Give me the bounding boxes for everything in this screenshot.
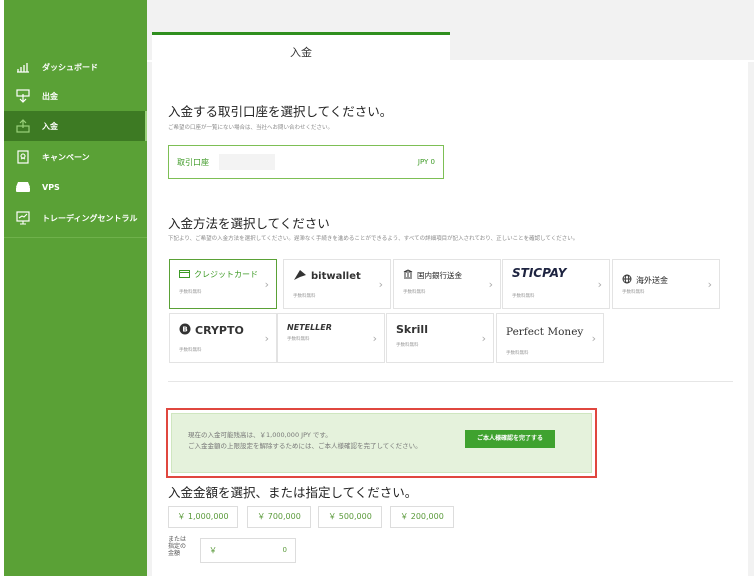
sidebar-item-dashboard[interactable]: ダッシュボード bbox=[4, 52, 147, 82]
payment-method-neteller[interactable]: NETELLER 手数料無料 › bbox=[277, 313, 385, 363]
fee-label: 手数料無料 bbox=[179, 290, 202, 295]
payment-method-credit-card[interactable]: クレジットカード 手数料無料 › bbox=[169, 259, 277, 309]
fee-label: 手数料無料 bbox=[179, 348, 202, 353]
currency-symbol: ￥ bbox=[209, 546, 217, 555]
deposit-icon bbox=[4, 119, 42, 133]
amount-preset-1000000[interactable]: ￥ 1,000,000 bbox=[168, 506, 238, 528]
amount-preset-500000[interactable]: ￥ 500,000 bbox=[318, 506, 382, 528]
method-section-subtitle: 下記より、ご希望の入金方法を選択してください。遅滞なく手続きを進めることができる… bbox=[168, 236, 579, 242]
fee-label: 手数料無料 bbox=[293, 294, 316, 299]
bar-chart-icon bbox=[4, 61, 42, 73]
chevron-right-icon: › bbox=[707, 278, 712, 291]
payment-method-domestic-bank[interactable]: 国内銀行送金 手数料無料 › bbox=[393, 259, 501, 309]
payment-method-overseas[interactable]: 海外送金 手数料無料 › bbox=[612, 259, 720, 309]
account-selector[interactable]: 取引口座 JPY 0 bbox=[168, 145, 444, 179]
svg-text:B: B bbox=[182, 326, 187, 334]
fee-label: 手数料無料 bbox=[506, 351, 529, 356]
payment-method-crypto[interactable]: B CRYPTO 手数料無料 › bbox=[169, 313, 277, 363]
fee-label: 手数料無料 bbox=[512, 294, 535, 299]
payment-method-label: bitwallet bbox=[311, 271, 361, 282]
method-section-title: 入金方法を選択してください bbox=[168, 216, 330, 231]
payment-method-label: CRYPTO bbox=[195, 324, 244, 337]
sidebar-item-label: キャンペーン bbox=[42, 152, 90, 162]
fee-label: 手数料無料 bbox=[403, 290, 426, 295]
custom-amount-input[interactable]: ￥ 0 bbox=[200, 538, 296, 563]
neteller-logo: NETELLER bbox=[287, 323, 332, 332]
sidebar: ダッシュボード 出金 入金 キャンペーン VPS トレーディングセントラル bbox=[4, 0, 147, 576]
sidebar-item-label: 出金 bbox=[42, 91, 58, 101]
payment-method-label: 海外送金 bbox=[636, 275, 668, 285]
sticpay-logo: STICPAY bbox=[512, 266, 567, 280]
chevron-right-icon: › bbox=[597, 278, 602, 291]
account-section-subtitle: ご希望の口座が一覧にない場合は、当社へお問い合わせください。 bbox=[168, 125, 334, 131]
chevron-right-icon: › bbox=[264, 278, 269, 291]
perfect-money-logo: Perfect Money bbox=[506, 326, 584, 338]
bitcoin-icon: B bbox=[179, 323, 191, 338]
page: ダッシュボード 出金 入金 キャンペーン VPS トレーディングセントラル 入金… bbox=[0, 0, 754, 576]
sidebar-item-label: ダッシュボード bbox=[42, 62, 98, 72]
amount-preset-200000[interactable]: ￥ 200,000 bbox=[390, 506, 454, 528]
payment-method-skrill[interactable]: Skrill 手数料無料 › bbox=[386, 313, 494, 363]
monitor-icon bbox=[4, 211, 42, 225]
complete-verification-button[interactable]: ご本人様確認を完了する bbox=[465, 430, 555, 448]
account-number-masked bbox=[219, 154, 275, 170]
bank-icon bbox=[403, 269, 413, 281]
notice-limit-text: ご入金金額の上限設定を解除するためには、ご本人様確認を完了してください。 bbox=[188, 442, 422, 450]
sidebar-item-label: VPS bbox=[42, 182, 60, 192]
payment-method-sticpay[interactable]: STICPAY 手数料無料 › bbox=[502, 259, 610, 309]
chevron-right-icon: › bbox=[488, 278, 493, 291]
chevron-right-icon: › bbox=[264, 332, 269, 345]
fee-label: 手数料無料 bbox=[287, 337, 310, 342]
notice-balance-text: 現在の入金可能残高は、￥1,000,000 JPY です。 bbox=[188, 431, 332, 439]
skrill-logo: Skrill bbox=[396, 323, 428, 336]
sidebar-item-label: トレーディングセントラル bbox=[42, 213, 138, 223]
credit-card-icon bbox=[179, 269, 190, 280]
account-balance: JPY 0 bbox=[417, 158, 435, 166]
account-section-title: 入金する取引口座を選択してください。 bbox=[168, 104, 393, 119]
amount-section-title: 入金金額を選択、または指定してください。 bbox=[168, 485, 418, 500]
server-icon bbox=[4, 181, 42, 193]
sidebar-item-trading-central[interactable]: トレーディングセントラル bbox=[4, 203, 147, 233]
withdraw-icon bbox=[4, 89, 42, 103]
verification-notice: 現在の入金可能残高は、￥1,000,000 JPY です。 ご入金金額の上限設定… bbox=[166, 408, 597, 478]
payment-method-label: クレジットカード bbox=[194, 270, 258, 279]
payment-method-bitwallet[interactable]: bitwallet 手数料無料 › bbox=[283, 259, 391, 309]
amount-preset-700000[interactable]: ￥ 700,000 bbox=[247, 506, 311, 528]
payment-method-perfect-money[interactable]: Perfect Money 手数料無料 › bbox=[496, 313, 604, 363]
chevron-right-icon: › bbox=[481, 332, 486, 345]
payment-method-label: 国内銀行送金 bbox=[417, 270, 462, 280]
sidebar-item-deposit[interactable]: 入金 bbox=[4, 111, 147, 141]
custom-amount-label: または 指定の 金額 bbox=[168, 536, 187, 557]
globe-icon bbox=[622, 274, 632, 286]
sidebar-item-label: 入金 bbox=[42, 121, 58, 131]
fee-label: 手数料無料 bbox=[396, 343, 419, 348]
chevron-right-icon: › bbox=[591, 332, 596, 345]
account-label: 取引口座 bbox=[177, 158, 209, 167]
fee-label: 手数料無料 bbox=[622, 290, 645, 295]
divider bbox=[168, 381, 733, 382]
bitwallet-icon bbox=[293, 269, 307, 284]
sidebar-item-campaign[interactable]: キャンペーン bbox=[4, 142, 147, 172]
tab-deposit[interactable]: 入金 bbox=[152, 32, 450, 62]
chevron-right-icon: › bbox=[372, 332, 377, 345]
campaign-icon bbox=[4, 150, 42, 164]
chevron-right-icon: › bbox=[378, 278, 383, 291]
sidebar-item-vps[interactable]: VPS bbox=[4, 172, 147, 202]
sidebar-item-withdraw[interactable]: 出金 bbox=[4, 81, 147, 111]
amount-value: 0 bbox=[282, 546, 287, 554]
